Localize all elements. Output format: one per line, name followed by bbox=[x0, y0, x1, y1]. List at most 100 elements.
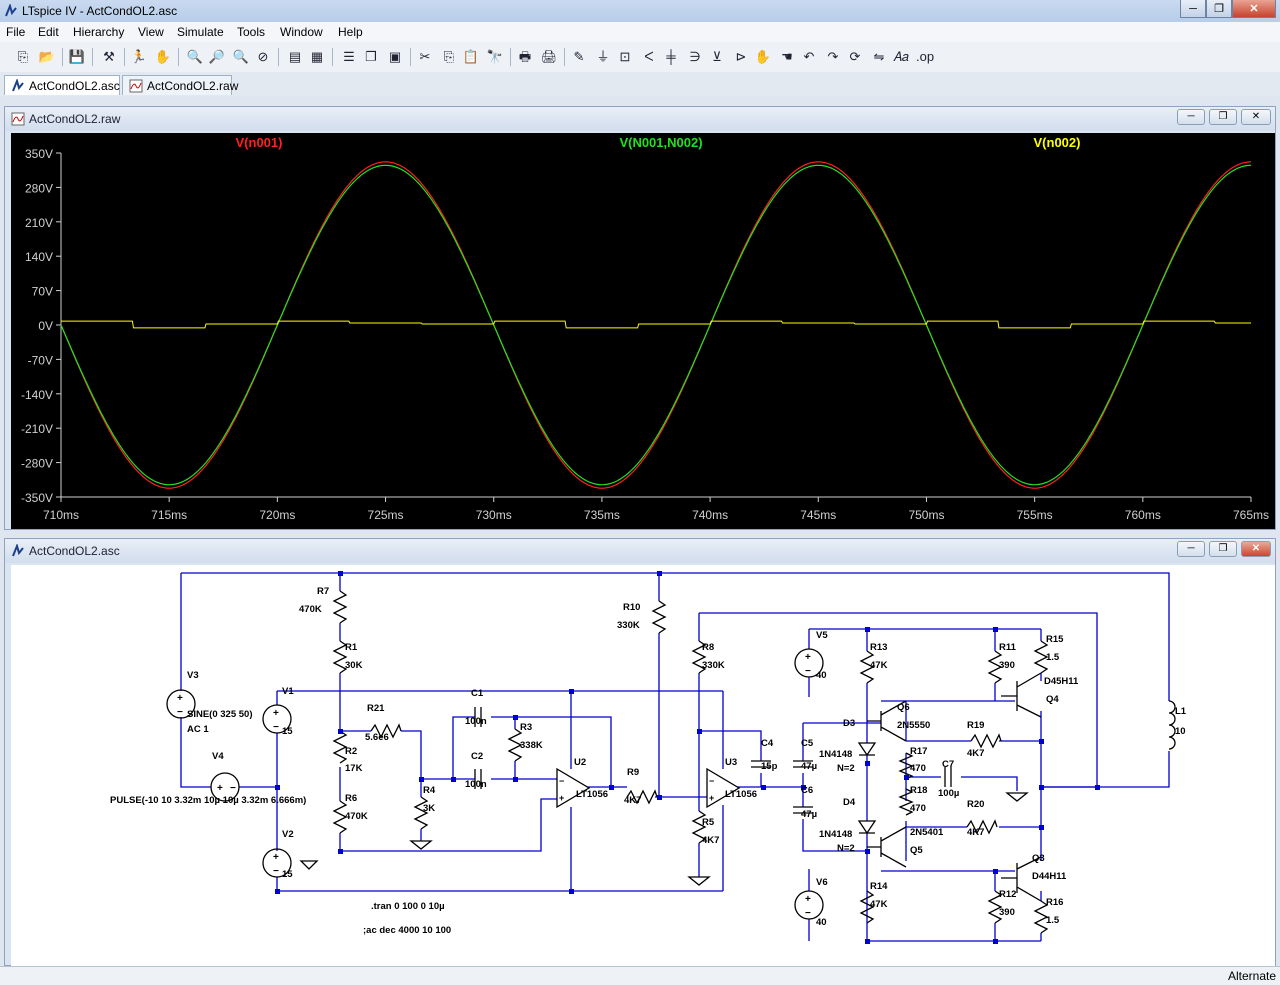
component-label[interactable]: R13 bbox=[870, 642, 887, 653]
component-icon[interactable]: ⊳ bbox=[732, 48, 750, 66]
component-label[interactable]: V6 bbox=[816, 877, 828, 888]
copy-icon[interactable]: ⎘ bbox=[440, 48, 458, 66]
label-net-icon[interactable]: ⊡ bbox=[616, 48, 634, 66]
component-label[interactable]: 40 bbox=[816, 670, 827, 681]
component-label[interactable]: 2N5550 bbox=[897, 720, 930, 731]
schematic-restore-button[interactable]: ❐ bbox=[1209, 541, 1237, 557]
component-label[interactable]: Q6 bbox=[897, 702, 910, 713]
plot-area[interactable]: V(n001) V(N001,N002) V(n002) 350V 280V 210V 14… bbox=[11, 133, 1275, 529]
waveform-window-titlebar[interactable]: ActCondOL2.raw ─ ❐ ✕ bbox=[5, 107, 1275, 131]
component-label[interactable]: V4 bbox=[212, 751, 224, 762]
component-label[interactable]: 4K7 bbox=[967, 748, 984, 759]
cut-icon[interactable]: ✂ bbox=[416, 48, 434, 66]
draw-wire-icon[interactable]: ✎ bbox=[570, 48, 588, 66]
tab-schematic[interactable]: ActCondOL2.asc bbox=[4, 75, 120, 95]
component-label[interactable]: 47µ bbox=[801, 809, 817, 820]
schematic-window-titlebar[interactable]: ActCondOL2.asc ─ ❐ ✕ bbox=[5, 539, 1275, 563]
component-label[interactable]: R12 bbox=[999, 889, 1016, 900]
component-label[interactable]: .tran 0 100 0 10µ bbox=[371, 901, 445, 912]
component-label[interactable]: R10 bbox=[623, 602, 640, 613]
component-label[interactable]: 1N4148 bbox=[819, 749, 852, 760]
menu-hierarchy[interactable]: Hierarchy bbox=[73, 25, 124, 39]
component-label[interactable]: 470 bbox=[910, 803, 926, 814]
print-setup-icon[interactable]: 🖶 bbox=[516, 48, 534, 66]
component-label[interactable]: R21 bbox=[367, 703, 385, 714]
move-icon[interactable]: ✋ bbox=[754, 48, 772, 66]
component-label[interactable]: 4K7 bbox=[967, 827, 984, 838]
component-label[interactable]: C5 bbox=[801, 738, 814, 749]
menu-edit[interactable]: Edit bbox=[38, 25, 59, 39]
pan-icon[interactable]: ✋ bbox=[154, 48, 172, 66]
drag-icon[interactable]: ☚ bbox=[778, 48, 796, 66]
redo-icon[interactable]: ↷ bbox=[824, 48, 842, 66]
component-label[interactable]: 470K bbox=[345, 811, 368, 822]
component-label[interactable]: U3 bbox=[725, 757, 737, 768]
component-label[interactable]: V2 bbox=[282, 829, 294, 840]
component-label[interactable]: Q5 bbox=[910, 845, 923, 856]
menu-tools[interactable]: Tools bbox=[237, 25, 265, 39]
component-label[interactable]: R17 bbox=[910, 746, 927, 757]
close-button[interactable]: ✕ bbox=[1232, 0, 1276, 18]
menu-help[interactable]: Help bbox=[338, 25, 363, 39]
schematic-drawing[interactable]: +− +− + − +− +− +− −+ −+ R7470KR130KR215… bbox=[11, 565, 1275, 965]
component-label[interactable]: 330K bbox=[617, 620, 640, 631]
zoom-area-icon[interactable]: 🔎 bbox=[208, 48, 226, 66]
component-label[interactable]: 2N5401 bbox=[910, 827, 944, 838]
close-all-icon[interactable]: ▣ bbox=[386, 48, 404, 66]
new-schematic-icon[interactable]: ⎘ bbox=[14, 48, 32, 66]
component-label[interactable]: 1.5 bbox=[1046, 652, 1060, 663]
component-label[interactable]: 470 bbox=[910, 763, 926, 774]
schematic-minimize-button[interactable]: ─ bbox=[1177, 541, 1205, 557]
find-icon[interactable]: 🔭 bbox=[486, 48, 504, 66]
component-label[interactable]: D45H11 bbox=[1044, 676, 1079, 687]
component-label[interactable]: R8 bbox=[702, 642, 714, 653]
component-label[interactable]: 390 bbox=[999, 660, 1015, 671]
component-label[interactable]: Q3 bbox=[1032, 853, 1045, 864]
component-label[interactable]: R2 bbox=[345, 746, 357, 757]
waveform-close-button[interactable]: ✕ bbox=[1241, 109, 1271, 125]
component-label[interactable]: V3 bbox=[187, 670, 199, 681]
zoom-cancel-icon[interactable]: ⊘ bbox=[254, 48, 272, 66]
component-label[interactable]: AC 1 bbox=[187, 724, 209, 735]
component-label[interactable]: 47K bbox=[870, 660, 888, 671]
component-label[interactable]: D44H11 bbox=[1032, 871, 1067, 882]
component-label[interactable]: LT1056 bbox=[725, 789, 757, 800]
component-label[interactable]: C7 bbox=[942, 759, 954, 770]
menu-window[interactable]: Window bbox=[280, 25, 323, 39]
menu-view[interactable]: View bbox=[138, 25, 164, 39]
component-label[interactable]: R5 bbox=[702, 817, 715, 828]
diode-icon[interactable]: ⊻ bbox=[708, 48, 726, 66]
capacitor-icon[interactable]: ╪ bbox=[662, 48, 680, 66]
component-label[interactable]: SINE(0 325 50) bbox=[187, 709, 252, 720]
component-label[interactable]: 4K7 bbox=[702, 835, 719, 846]
component-label[interactable]: 10 bbox=[1175, 726, 1186, 737]
text-icon[interactable]: 𝐴𝑎 bbox=[892, 48, 910, 66]
component-label[interactable]: C6 bbox=[801, 785, 813, 796]
cascade-icon[interactable]: ❐ bbox=[362, 48, 380, 66]
minimize-button[interactable]: ─ bbox=[1180, 0, 1206, 18]
component-label[interactable]: R9 bbox=[627, 767, 639, 778]
waveform-restore-button[interactable]: ❐ bbox=[1209, 109, 1237, 125]
control-panel-icon[interactable]: ⚒ bbox=[100, 48, 118, 66]
waveform-minimize-button[interactable]: ─ bbox=[1177, 109, 1205, 125]
component-label[interactable]: R1 bbox=[345, 642, 358, 653]
component-label[interactable]: 15p bbox=[761, 761, 778, 772]
component-label[interactable]: Q4 bbox=[1046, 694, 1059, 705]
spice-directive-icon[interactable]: .op bbox=[916, 48, 934, 66]
component-label[interactable]: D4 bbox=[843, 797, 856, 808]
component-label[interactable]: 100µ bbox=[938, 788, 959, 799]
component-label[interactable]: 100n bbox=[465, 716, 487, 727]
component-label[interactable]: R4 bbox=[423, 785, 436, 796]
component-label[interactable]: V5 bbox=[816, 630, 828, 641]
run-icon[interactable]: 🏃 bbox=[130, 48, 148, 66]
menu-simulate[interactable]: Simulate bbox=[177, 25, 224, 39]
component-label[interactable]: 4K7 bbox=[624, 795, 641, 806]
component-label[interactable]: R7 bbox=[317, 586, 329, 597]
component-label[interactable]: 390 bbox=[999, 907, 1015, 918]
component-label[interactable]: 100n bbox=[465, 779, 487, 790]
component-label[interactable]: 3K bbox=[423, 803, 435, 814]
component-label[interactable]: R19 bbox=[967, 720, 984, 731]
component-label[interactable]: R14 bbox=[870, 881, 888, 892]
component-label[interactable]: C1 bbox=[471, 688, 484, 699]
menu-file[interactable]: File bbox=[6, 25, 25, 39]
